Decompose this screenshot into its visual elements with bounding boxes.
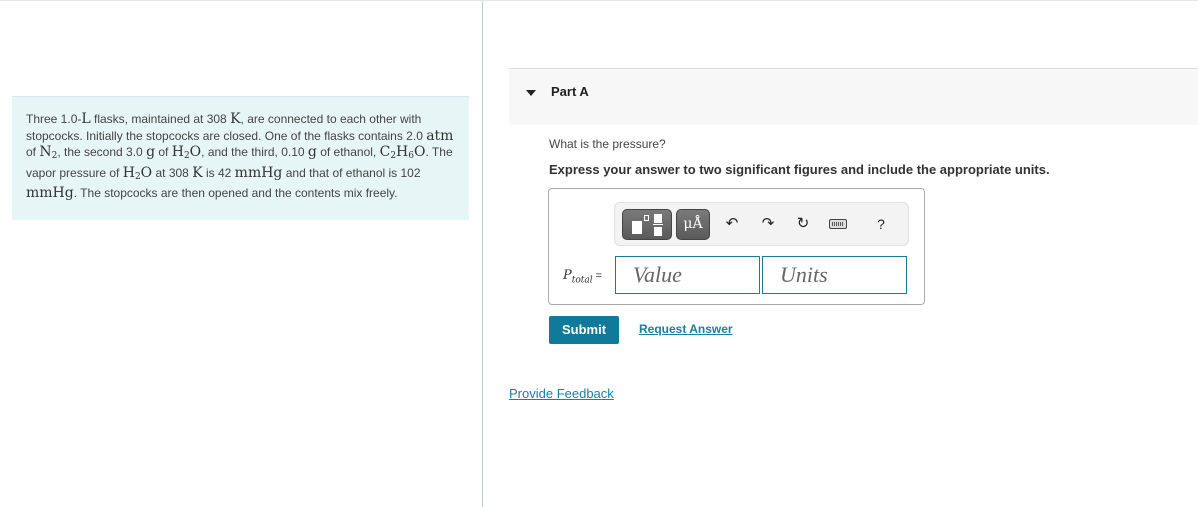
units-button[interactable]: μÅ <box>676 209 710 240</box>
problem-text: of ethanol, <box>316 145 380 159</box>
help-icon[interactable]: ? <box>871 215 891 233</box>
math-expression: mmHg <box>234 164 283 181</box>
problem-text: and that of ethanol is 102 <box>282 165 421 180</box>
math-expression: atm <box>426 127 454 144</box>
variable-label: Ptotal = <box>563 268 603 286</box>
math-expression: K <box>230 111 241 127</box>
math-expression: L <box>81 111 91 127</box>
math-expression: N2 <box>39 144 58 161</box>
answer-box: μÅ ↶ ↷ ↻ ? Ptotal = <box>548 188 925 305</box>
math-expression: C2H6O <box>379 144 426 161</box>
math-expression: H2O <box>171 144 202 161</box>
problem-text: , and the third, 0.10 <box>201 145 308 159</box>
redo-icon[interactable]: ↷ <box>758 215 778 233</box>
reset-icon[interactable]: ↻ <box>793 215 813 233</box>
value-input[interactable] <box>615 256 760 294</box>
collapse-triangle-icon[interactable] <box>526 90 536 96</box>
undo-icon[interactable]: ↶ <box>722 215 742 233</box>
problem-text: . The stopcocks are then opened and the … <box>73 186 398 200</box>
math-expression: H2O <box>122 164 153 182</box>
request-answer-link[interactable]: Request Answer <box>639 322 733 336</box>
provide-feedback-link[interactable]: Provide Feedback <box>509 386 614 401</box>
math-expression: K <box>192 164 203 181</box>
panel-divider <box>482 1 483 507</box>
submit-button[interactable]: Submit <box>549 316 619 344</box>
problem-text: of <box>26 145 40 159</box>
problem-text: of <box>155 145 172 159</box>
part-title: Part A <box>551 84 589 99</box>
math-expression: g <box>146 144 156 160</box>
problem-text: flasks, maintained at 308 <box>90 112 231 126</box>
problem-text: Three 1.0- <box>26 112 82 126</box>
units-input[interactable] <box>762 256 907 294</box>
problem-text: , the second 3.0 <box>57 145 147 159</box>
problem-statement: Three 1.0-L flasks, maintained at 308 K,… <box>12 96 469 220</box>
part-header[interactable]: Part A <box>509 68 1198 125</box>
problem-text: is 42 <box>202 165 235 180</box>
keyboard-icon[interactable] <box>829 219 847 229</box>
math-expression: g <box>307 144 317 160</box>
answer-instructions: Express your answer to two significant f… <box>549 162 1050 177</box>
math-expression: mmHg <box>26 185 74 201</box>
templates-button[interactable] <box>622 209 672 240</box>
math-toolbar: μÅ ↶ ↷ ↻ ? <box>614 202 909 246</box>
problem-text: at 308 <box>152 165 193 180</box>
question-text: What is the pressure? <box>549 137 666 151</box>
